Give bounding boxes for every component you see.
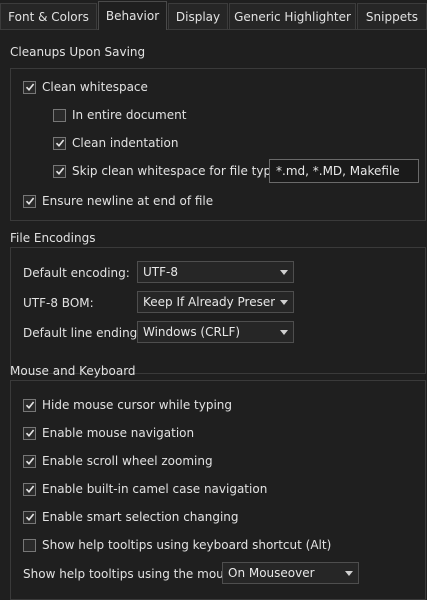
- skip-clean-row[interactable]: Skip clean whitespace for file types:: [53, 162, 289, 180]
- hide-cursor-label: Hide mouse cursor while typing: [42, 398, 233, 412]
- tab-behavior[interactable]: Behavior: [98, 1, 167, 30]
- hide-cursor-row[interactable]: Hide mouse cursor while typing: [23, 396, 232, 414]
- mouse-nav-label: Enable mouse navigation: [42, 426, 195, 440]
- bom-label: UTF-8 BOM:: [23, 296, 94, 310]
- camel-case-label: Enable built-in camel case navigation: [42, 482, 268, 496]
- clean-whitespace-checkbox[interactable]: [23, 80, 36, 94]
- line-endings-select[interactable]: Windows (CRLF): [137, 321, 294, 343]
- hide-cursor-checkbox[interactable]: [23, 398, 36, 412]
- cleanups-section-title: Cleanups Upon Saving: [10, 45, 146, 59]
- scroll-zoom-row[interactable]: Enable scroll wheel zooming: [23, 452, 213, 470]
- skip-clean-checkbox[interactable]: [53, 164, 66, 178]
- default-encoding-value: UTF-8: [143, 265, 178, 279]
- mouse-group: Hide mouse cursor while typing Enable mo…: [10, 380, 426, 600]
- entire-document-checkbox[interactable]: [53, 108, 66, 122]
- bom-value: Keep If Already Present: [143, 295, 275, 309]
- default-encoding-label: Default encoding:: [23, 266, 130, 280]
- chevron-down-icon: [275, 329, 293, 335]
- tab-bar: Font & Colors Behavior Display Generic H…: [0, 0, 427, 30]
- scroll-zoom-checkbox[interactable]: [23, 454, 36, 468]
- skip-file-types-input[interactable]: *.md, *.MD, Makefile: [269, 159, 419, 183]
- ensure-newline-checkbox[interactable]: [23, 194, 36, 208]
- cleanups-group: Clean whitespace In entire document Clea…: [10, 68, 426, 221]
- scroll-zoom-label: Enable scroll wheel zooming: [42, 454, 213, 468]
- smart-selection-row[interactable]: Enable smart selection changing: [23, 508, 239, 526]
- chevron-down-icon: [340, 570, 358, 576]
- default-encoding-select[interactable]: UTF-8: [137, 261, 294, 283]
- mouse-nav-checkbox[interactable]: [23, 426, 36, 440]
- help-tooltips-keyboard-checkbox[interactable]: [23, 538, 36, 552]
- entire-document-row[interactable]: In entire document: [53, 106, 186, 124]
- mouse-section-title: Mouse and Keyboard: [10, 364, 136, 378]
- ensure-newline-label: Ensure newline at end of file: [42, 194, 214, 208]
- clean-whitespace-row[interactable]: Clean whitespace: [23, 78, 148, 96]
- clean-indentation-checkbox[interactable]: [53, 136, 66, 150]
- tab-generic-highlighter[interactable]: Generic Highlighter: [229, 3, 356, 29]
- help-tooltips-mouse-select[interactable]: On Mouseover: [222, 562, 359, 584]
- encodings-section-title: File Encodings: [10, 231, 96, 245]
- behavior-panel: Cleanups Upon Saving Clean whitespace In…: [0, 30, 427, 600]
- tab-font-colors[interactable]: Font & Colors: [0, 3, 97, 29]
- line-endings-value: Windows (CRLF): [143, 325, 241, 339]
- smart-selection-label: Enable smart selection changing: [42, 510, 239, 524]
- bom-select[interactable]: Keep If Already Present: [137, 291, 294, 313]
- entire-document-label: In entire document: [72, 108, 187, 122]
- camel-case-row[interactable]: Enable built-in camel case navigation: [23, 480, 267, 498]
- line-endings-label: Default line endings:: [23, 326, 148, 340]
- mouse-nav-row[interactable]: Enable mouse navigation: [23, 424, 194, 442]
- ensure-newline-row[interactable]: Ensure newline at end of file: [23, 192, 213, 210]
- chevron-down-icon: [275, 299, 293, 305]
- encodings-group: Default encoding: UTF-8 UTF-8 BOM: Keep …: [10, 247, 426, 374]
- clean-whitespace-label: Clean whitespace: [42, 80, 148, 94]
- help-tooltips-mouse-label: Show help tooltips using the mouse:: [23, 567, 242, 581]
- clean-indentation-label: Clean indentation: [72, 136, 179, 150]
- tab-snippets[interactable]: Snippets: [357, 3, 427, 29]
- help-tooltips-keyboard-row[interactable]: Show help tooltips using keyboard shortc…: [23, 536, 331, 554]
- clean-indentation-row[interactable]: Clean indentation: [53, 134, 178, 152]
- help-tooltips-keyboard-label: Show help tooltips using keyboard shortc…: [42, 538, 332, 552]
- tab-display[interactable]: Display: [168, 3, 228, 29]
- help-tooltips-mouse-value: On Mouseover: [228, 566, 315, 580]
- chevron-down-icon: [275, 269, 293, 275]
- skip-clean-label: Skip clean whitespace for file types:: [72, 164, 289, 178]
- camel-case-checkbox[interactable]: [23, 482, 36, 496]
- smart-selection-checkbox[interactable]: [23, 510, 36, 524]
